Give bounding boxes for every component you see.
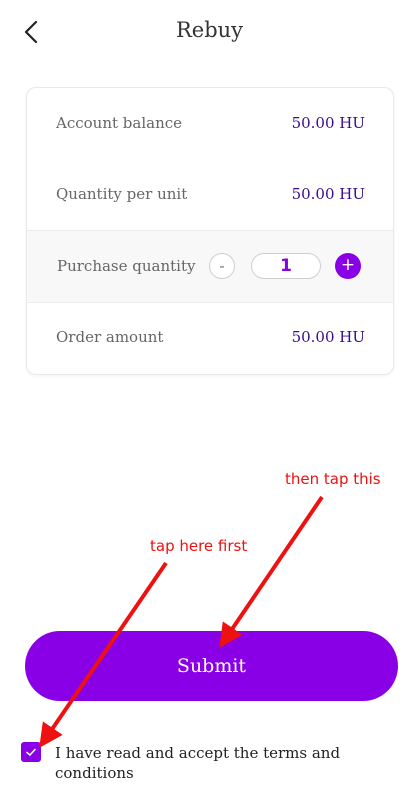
terms-checkbox[interactable] (21, 742, 41, 762)
annotation-then-tap-this: then tap this (285, 470, 381, 488)
order-amount-row: Order amount 50.00 HU (27, 302, 393, 373)
arrow-to-submit (219, 495, 324, 648)
quantity-input[interactable]: 1 (251, 253, 321, 279)
purchase-quantity-label: Purchase quantity (57, 257, 196, 275)
account-balance-label: Account balance (56, 114, 183, 132)
submit-button[interactable]: Submit (25, 631, 398, 701)
quantity-per-unit-value: 50.00 HU (291, 185, 365, 203)
quantity-per-unit-label: Quantity per unit (56, 185, 188, 203)
page-title: Rebuy (175, 18, 244, 42)
purchase-quantity-row: Purchase quantity - 1 + (27, 230, 393, 303)
account-balance-row: Account balance 50.00 HU (27, 88, 393, 159)
decrease-quantity-button[interactable]: - (209, 253, 235, 279)
terms-label: I have read and accept the terms and con… (55, 744, 341, 782)
order-amount-value: 50.00 HU (291, 328, 365, 346)
checkmark-icon (26, 748, 36, 756)
account-balance-value: 50.00 HU (291, 114, 365, 132)
annotation-tap-here-first: tap here first (150, 537, 248, 555)
order-amount-label: Order amount (56, 328, 164, 346)
quantity-per-unit-row: Quantity per unit 50.00 HU (27, 159, 393, 230)
increase-quantity-button[interactable]: + (335, 253, 361, 279)
top-bar: Rebuy (0, 0, 419, 64)
order-summary-card: Account balance 50.00 HU Quantity per un… (26, 87, 394, 375)
